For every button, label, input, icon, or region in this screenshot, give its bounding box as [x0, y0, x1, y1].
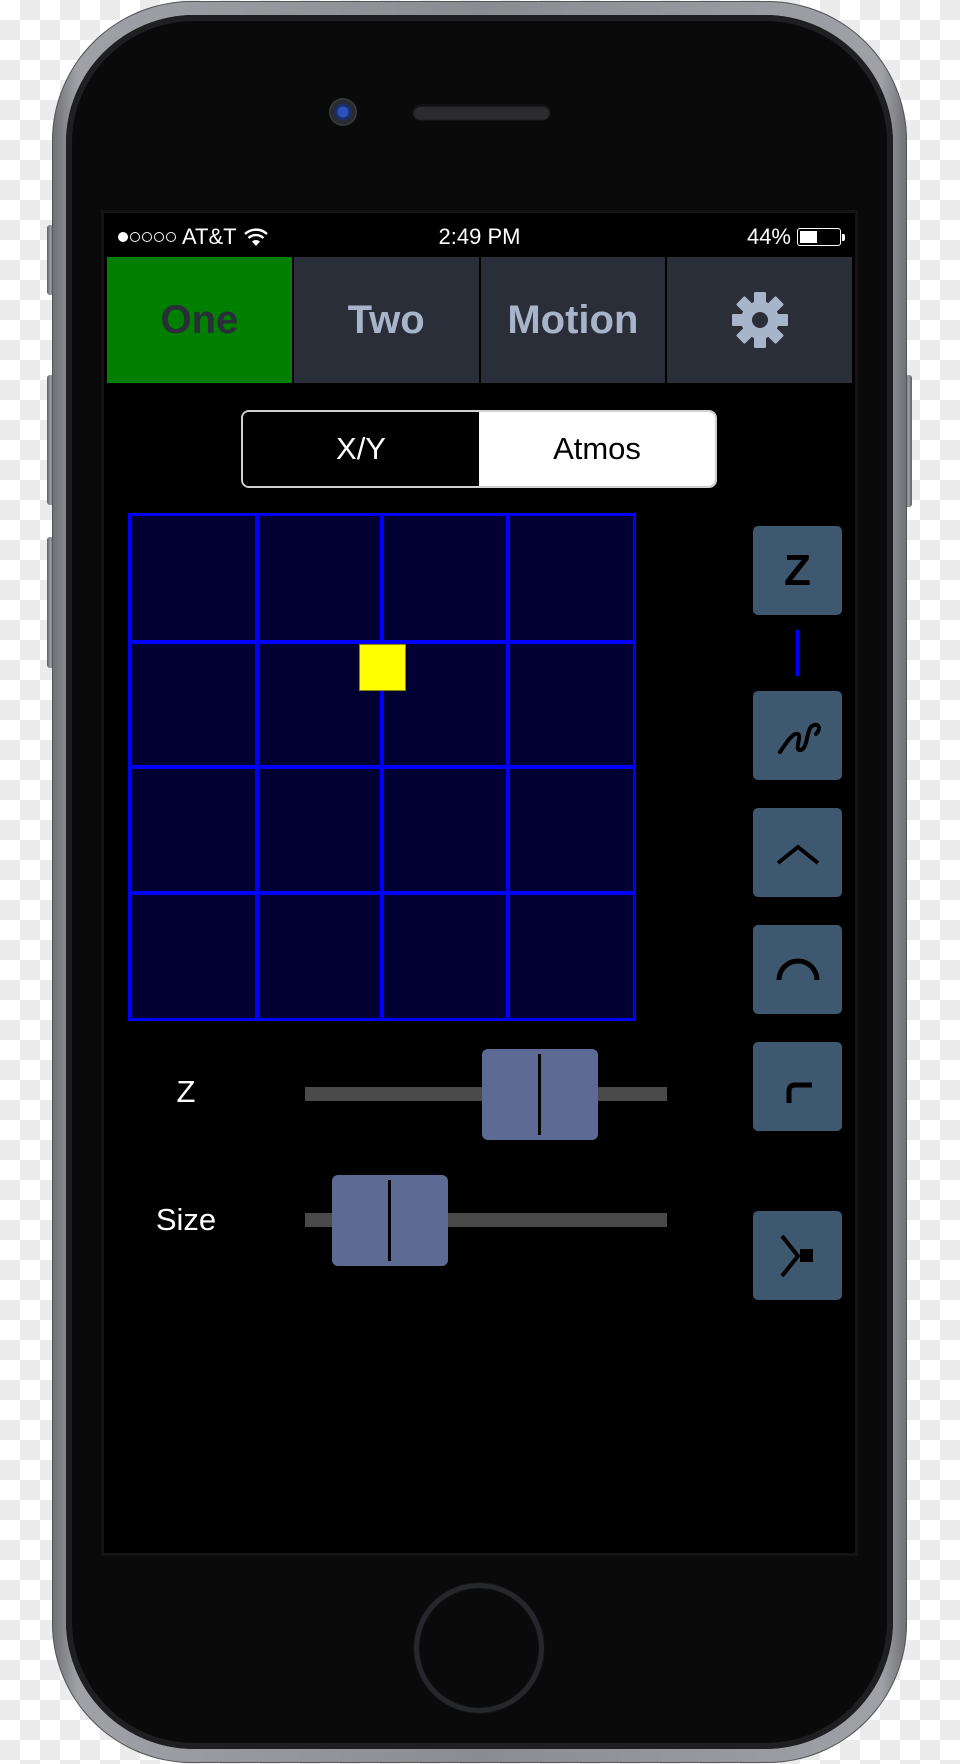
tab-one-label: One — [160, 297, 239, 342]
tab-motion[interactable]: Motion — [480, 257, 666, 383]
link-indicator — [796, 630, 799, 676]
mode-toggle: X/Y Atmos — [241, 410, 717, 488]
front-camera — [329, 98, 357, 126]
chevron-path-button[interactable] — [753, 808, 842, 897]
tab-two[interactable]: Two — [293, 257, 479, 383]
app-screen: AT&T 2:49 PM 44% One Two Motion X/Y Atmo… — [104, 213, 855, 1553]
corner-icon — [786, 1082, 812, 1103]
z-slider-label: Z — [176, 1074, 196, 1109]
tab-two-label: Two — [347, 297, 425, 342]
gear-icon — [731, 292, 788, 348]
battery-icon — [797, 228, 841, 246]
battery-percent: 44% — [746, 224, 791, 249]
freehand-path-button[interactable] — [753, 691, 842, 780]
mode-option-xy[interactable]: X/Y — [243, 412, 479, 486]
z-icon: Z — [784, 545, 811, 595]
z-button[interactable]: Z — [753, 526, 842, 615]
arc-path-button[interactable] — [753, 925, 842, 1014]
mode-option-atmos-label: Atmos — [553, 431, 641, 466]
battery-tip — [842, 233, 845, 241]
battery-level — [800, 231, 817, 243]
thumb-grip — [538, 1054, 542, 1135]
size-slider-thumb[interactable] — [332, 1175, 449, 1266]
send-to-point-button[interactable] — [753, 1211, 842, 1300]
tab-settings[interactable] — [667, 257, 852, 383]
tab-bar: One Two Motion — [107, 257, 852, 383]
tab-motion-label: Motion — [507, 297, 639, 342]
earpiece-speaker — [413, 105, 550, 120]
thumb-grip — [388, 1180, 392, 1261]
home-button[interactable] — [414, 1583, 544, 1713]
position-puck[interactable] — [359, 643, 406, 691]
mode-option-atmos[interactable]: Atmos — [479, 412, 715, 486]
chevron-up-icon — [776, 843, 819, 865]
clock: 2:49 PM — [438, 224, 521, 249]
mode-option-xy-label: X/Y — [336, 431, 386, 466]
corner-path-button[interactable] — [753, 1042, 842, 1131]
z-slider-thumb[interactable] — [482, 1049, 599, 1140]
pad-grid-line — [131, 890, 633, 895]
squiggle-icon — [777, 722, 821, 754]
size-slider-label: Size — [155, 1202, 217, 1237]
tab-one[interactable]: One — [107, 257, 292, 383]
chevron-right-square-icon — [779, 1234, 813, 1277]
xy-pad[interactable] — [128, 513, 636, 1021]
status-bar: AT&T 2:49 PM 44% — [104, 216, 855, 257]
pad-grid-line — [131, 765, 633, 769]
arc-icon — [776, 958, 819, 980]
